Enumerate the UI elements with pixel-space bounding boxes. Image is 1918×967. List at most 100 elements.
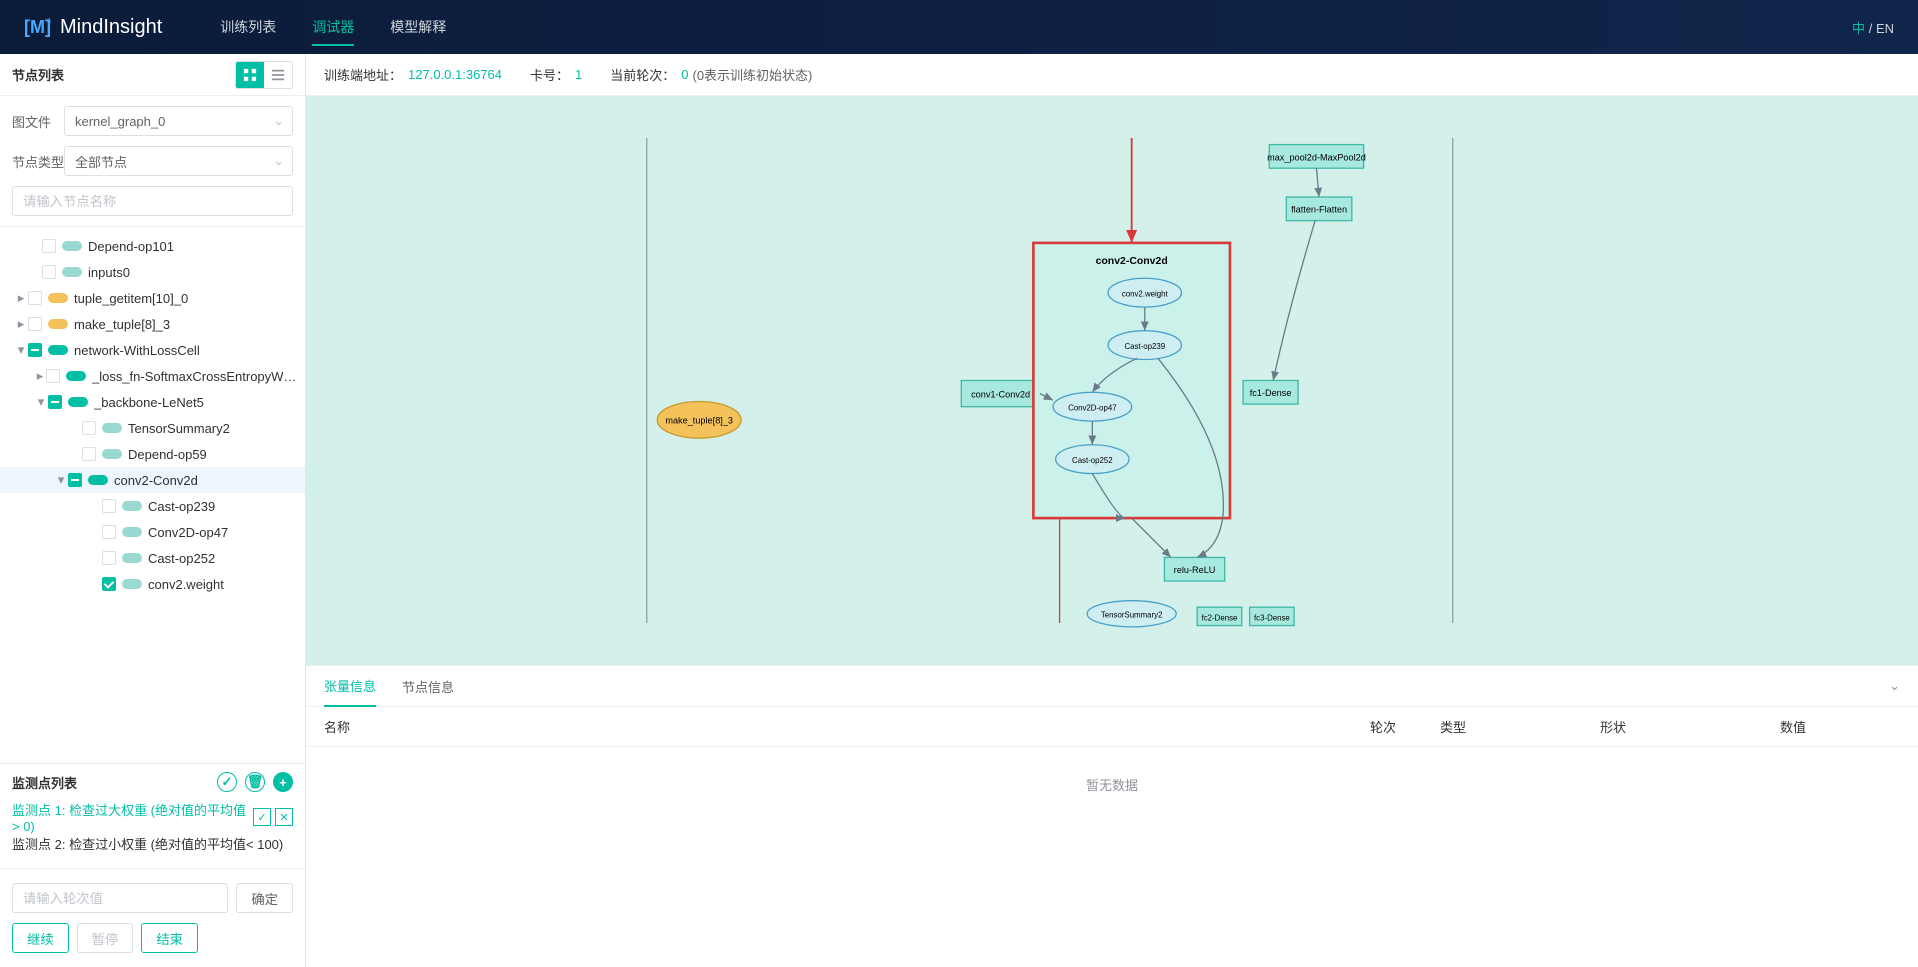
- info-tabs: 张量信息 节点信息 ⌄: [306, 665, 1918, 707]
- graph-file-label: 图文件: [12, 112, 64, 131]
- tree-node[interactable]: Cast-op252: [0, 545, 305, 571]
- step-input[interactable]: [12, 883, 228, 913]
- node-search-input[interactable]: [12, 186, 293, 216]
- node-icon: [48, 319, 68, 329]
- grid-icon: [243, 68, 257, 82]
- tree-node[interactable]: Depend-op59: [0, 441, 305, 467]
- filters: 图文件 kernel_graph_0 ⌄ 节点类型 全部节点 ⌄: [0, 96, 305, 227]
- watchpoint-item[interactable]: 监测点 1: 检查过大权重 (绝对值的平均值> 0) ✓✕: [12, 804, 293, 830]
- th-value: 数值: [1780, 717, 1900, 736]
- node-list-header: 节点列表: [0, 54, 305, 96]
- tree-node[interactable]: Depend-op101: [0, 233, 305, 259]
- tree-node[interactable]: TensorSummary2: [0, 415, 305, 441]
- tree-node[interactable]: Conv2D-op47: [0, 519, 305, 545]
- addr-label: 训练端地址：: [324, 65, 402, 84]
- lang-zh[interactable]: 中: [1852, 21, 1865, 36]
- content: 训练端地址： 127.0.0.1:36764 卡号： 1 当前轮次： 0 (0表…: [306, 54, 1918, 967]
- list-icon: [271, 68, 285, 82]
- addr-value: 127.0.0.1:36764: [408, 67, 502, 82]
- svg-text:make_tuple[8]_3: make_tuple[8]_3: [665, 416, 733, 426]
- lang-switch[interactable]: 中 / EN: [1852, 18, 1894, 37]
- svg-text:Cast-op252: Cast-op252: [1072, 456, 1113, 465]
- svg-text:conv1-Conv2d: conv1-Conv2d: [971, 390, 1030, 400]
- watchpoint-close-button[interactable]: ✕: [275, 808, 293, 826]
- chevron-right-icon[interactable]: ▸: [14, 316, 28, 332]
- th-type: 类型: [1440, 717, 1600, 736]
- tree-node[interactable]: ▾_backbone-LeNet5: [0, 389, 305, 415]
- chevron-right-icon[interactable]: ▸: [14, 290, 28, 306]
- checkbox[interactable]: [82, 421, 96, 435]
- node-tree[interactable]: Depend-op101 inputs0 ▸tuple_getitem[10]_…: [0, 227, 305, 763]
- checkbox[interactable]: [28, 291, 42, 305]
- tree-node[interactable]: conv2.weight: [0, 571, 305, 597]
- chevron-right-icon[interactable]: ▸: [34, 368, 46, 384]
- node-icon: [66, 371, 86, 381]
- checkbox[interactable]: [102, 577, 116, 591]
- checkbox[interactable]: [102, 551, 116, 565]
- graph-file-select[interactable]: kernel_graph_0 ⌄: [64, 106, 293, 136]
- view-list-button[interactable]: [264, 62, 292, 88]
- node-icon: [68, 397, 88, 407]
- tab-node-info[interactable]: 节点信息: [402, 665, 454, 707]
- checkbox[interactable]: [102, 525, 116, 539]
- graph-canvas[interactable]: make_tuple[8]_3 conv1-Conv2d max_pool2d-…: [306, 96, 1918, 665]
- continue-button[interactable]: 继续: [12, 923, 69, 953]
- node-icon: [88, 475, 108, 485]
- card-value: 1: [575, 67, 582, 82]
- chevron-down-icon[interactable]: ⌄: [1889, 678, 1900, 694]
- chevron-down-icon[interactable]: ▾: [14, 342, 28, 358]
- node-icon: [62, 267, 82, 277]
- checkbox[interactable]: [68, 473, 82, 487]
- chevron-down-icon: ⌄: [273, 113, 284, 129]
- svg-text:fc1-Dense: fc1-Dense: [1250, 388, 1292, 398]
- checkbox[interactable]: [28, 317, 42, 331]
- watchpoint-check-button[interactable]: ✓: [253, 808, 271, 826]
- checkbox[interactable]: [48, 395, 62, 409]
- checkbox[interactable]: [46, 369, 60, 383]
- tree-node[interactable]: ▸make_tuple[8]_3: [0, 311, 305, 337]
- checkbox[interactable]: [28, 343, 42, 357]
- watchpoint-add-button[interactable]: +: [273, 772, 293, 792]
- node-type-select[interactable]: 全部节点 ⌄: [64, 146, 293, 176]
- node-icon: [48, 345, 68, 355]
- svg-text:fc2-Dense: fc2-Dense: [1202, 613, 1238, 622]
- tree-node[interactable]: ▸tuple_getitem[10]_0: [0, 285, 305, 311]
- watchpoint-confirm-button[interactable]: ✓: [217, 772, 237, 792]
- tree-node[interactable]: ▾network-WithLossCell: [0, 337, 305, 363]
- nav-train-list[interactable]: 训练列表: [202, 0, 294, 54]
- nav-debugger[interactable]: 调试器: [294, 0, 372, 54]
- step-controls: 确定 继续 暂停 结束: [0, 868, 305, 967]
- tab-tensor-info[interactable]: 张量信息: [324, 665, 376, 707]
- confirm-button[interactable]: 确定: [236, 883, 293, 913]
- watchpoint-item[interactable]: 监测点 2: 检查过小权重 (绝对值的平均值< 100): [12, 830, 293, 856]
- sidebar: 节点列表 图文件 kernel_graph_0 ⌄ 节点类型: [0, 54, 306, 967]
- view-grid-button[interactable]: [236, 62, 264, 88]
- checkbox[interactable]: [102, 499, 116, 513]
- checkbox[interactable]: [42, 239, 56, 253]
- node-list-title: 节点列表: [12, 65, 64, 84]
- node-icon: [62, 241, 82, 251]
- chevron-down-icon[interactable]: ▾: [54, 472, 68, 488]
- tree-node[interactable]: ▸_loss_fn-SoftmaxCrossEntropyWithLogits: [0, 363, 305, 389]
- nav-model-explain[interactable]: 模型解释: [372, 0, 464, 54]
- node-icon: [122, 501, 142, 511]
- checkbox[interactable]: [82, 447, 96, 461]
- chevron-down-icon: ⌄: [273, 153, 284, 169]
- app-header: [M]s MindInsight 训练列表 调试器 模型解释 中 / EN: [0, 0, 1918, 54]
- tree-node[interactable]: inputs0: [0, 259, 305, 285]
- tree-node-selected[interactable]: ▾conv2-Conv2d: [0, 467, 305, 493]
- watchpoint-delete-button[interactable]: 🗑: [245, 772, 265, 792]
- lang-en[interactable]: EN: [1876, 21, 1894, 36]
- card-label: 卡号：: [530, 65, 569, 84]
- tree-node[interactable]: Cast-op239: [0, 493, 305, 519]
- svg-text:relu-ReLU: relu-ReLU: [1174, 565, 1216, 575]
- watchpoint-title: 监测点列表: [12, 773, 77, 792]
- pause-button[interactable]: 暂停: [77, 923, 134, 953]
- th-name: 名称: [324, 717, 1370, 736]
- svg-text:flatten-Flatten: flatten-Flatten: [1291, 205, 1347, 215]
- chevron-down-icon[interactable]: ▾: [34, 394, 48, 410]
- svg-text:TensorSummary2: TensorSummary2: [1101, 611, 1163, 620]
- checkbox[interactable]: [42, 265, 56, 279]
- end-button[interactable]: 结束: [141, 923, 198, 953]
- svg-text:max_pool2d-MaxPool2d: max_pool2d-MaxPool2d: [1267, 152, 1366, 162]
